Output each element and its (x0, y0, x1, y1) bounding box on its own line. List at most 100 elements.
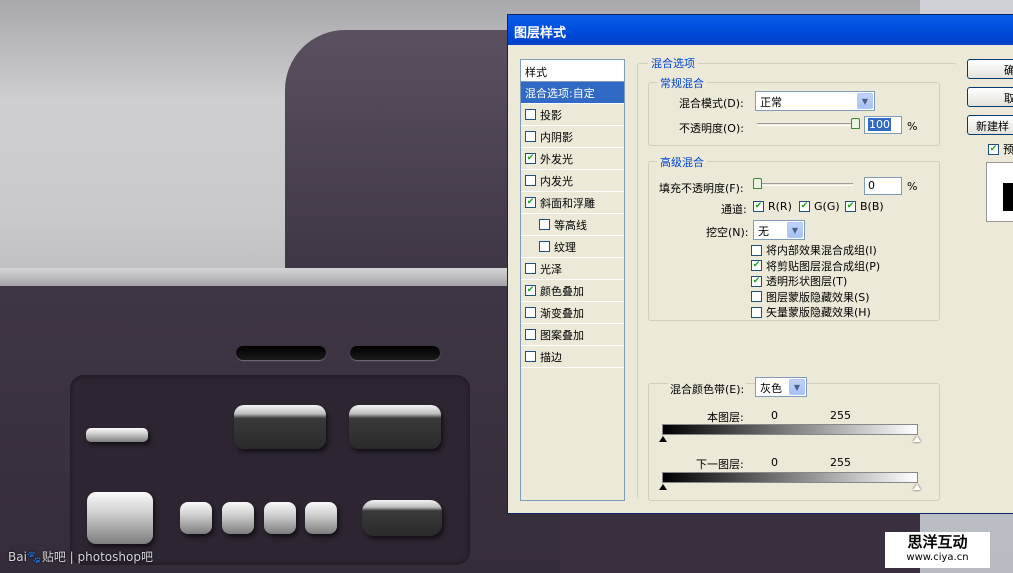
style-list-item[interactable]: 投影 (521, 104, 624, 126)
style-list-item-label: 描边 (540, 350, 562, 364)
style-list-item[interactable]: ✔ 斜面和浮雕 (521, 192, 624, 214)
blend-if-label: 混合颜色带(E): (668, 381, 747, 397)
checkbox-icon[interactable] (525, 351, 536, 362)
general-blending-group: 常规混合 混合模式(D): 正常 ▼ 不透明度(O): 100 % (648, 75, 940, 146)
artwork-square-button (87, 492, 153, 544)
artwork-large-button (349, 405, 441, 449)
advanced-option-checkbox[interactable]: ✔ 将剪贴图层混合成组(P) (751, 258, 880, 274)
cancel-button[interactable]: 取 (967, 87, 1013, 107)
style-preview-shape (1003, 183, 1013, 211)
underlying-layer-min: 0 (771, 456, 778, 469)
artwork-large-button (234, 405, 326, 449)
style-list-item[interactable]: 内发光 (521, 170, 624, 192)
channel-checkbox[interactable]: ✔ B(B) (845, 200, 884, 213)
checkbox-icon[interactable] (525, 329, 536, 340)
style-list-item[interactable]: 渐变叠加 (521, 302, 624, 324)
site-watermark-url: www.ciya.cn (906, 552, 969, 563)
ok-button-label: 确 (976, 64, 1013, 77)
underlying-black-slider[interactable] (659, 484, 667, 490)
ok-button[interactable]: 确 (967, 59, 1013, 79)
checkbox-icon[interactable] (539, 241, 550, 252)
checkbox-icon[interactable] (525, 109, 536, 120)
channel-checkbox[interactable]: ✔ R(R) (753, 200, 792, 213)
style-list-item[interactable]: ✔ 颜色叠加 (521, 280, 624, 302)
style-list-item-label: 内阴影 (540, 130, 573, 144)
underlying-white-slider[interactable] (913, 484, 921, 490)
channel-label: R(R) (768, 200, 792, 213)
artwork-round-button (305, 502, 337, 534)
advanced-option-checkbox[interactable]: 图层蒙版隐藏效果(S) (751, 289, 870, 305)
opacity-value: 100 (868, 118, 891, 131)
checkbox-icon[interactable] (525, 175, 536, 186)
checkbox-icon[interactable] (525, 307, 536, 318)
style-list-item-label: 外发光 (540, 152, 573, 166)
checkmark-icon[interactable]: ✔ (525, 285, 536, 296)
channel-label: G(G) (814, 200, 840, 213)
this-layer-min: 0 (771, 409, 778, 422)
checkmark-icon: ✔ (753, 201, 764, 212)
style-list-item-label: 颜色叠加 (540, 284, 584, 298)
knockout-select[interactable]: 无 ▼ (753, 220, 805, 240)
checkmark-icon: ✔ (988, 143, 999, 155)
opacity-unit: % (907, 120, 918, 133)
advanced-blending-group: 高级混合 填充不透明度(F): 0 % 通道: ✔ R(R) ✔ G(G) ✔ B(B) … (648, 154, 940, 321)
checkmark-icon[interactable]: ✔ (525, 153, 536, 164)
new-style-button[interactable]: 新建样 (967, 115, 1013, 135)
blend-mode-select[interactable]: 正常 ▼ (755, 91, 875, 111)
fill-opacity-unit: % (907, 180, 918, 193)
checkbox-icon (751, 244, 762, 256)
opacity-input[interactable]: 100 (864, 116, 902, 134)
fill-opacity-input[interactable]: 0 (864, 177, 902, 195)
channel-checkbox[interactable]: ✔ G(G) (799, 200, 840, 213)
knockout-label: 挖空(N): (706, 226, 749, 239)
advanced-option-checkbox[interactable]: ✔ 透明形状图层(T) (751, 273, 847, 289)
this-layer-black-slider[interactable] (659, 436, 667, 442)
style-list-item[interactable]: ✔ 外发光 (521, 148, 624, 170)
style-list: 样式 混合选项:自定 投影内阴影 ✔ 外发光内发光 ✔ 斜面和浮雕等高线纹理光泽 ✔ 颜色叠加… (520, 59, 625, 501)
style-list-item[interactable]: 光泽 (521, 258, 624, 280)
channel-label: B(B) (860, 200, 884, 213)
underlying-layer-max: 255 (830, 456, 851, 469)
style-list-item[interactable]: 纹理 (521, 236, 624, 258)
checkmark-icon: ✔ (799, 201, 810, 212)
opacity-slider-thumb[interactable] (851, 118, 860, 129)
blend-if-select[interactable]: 灰色 ▼ (755, 377, 807, 397)
advanced-option-label: 将剪贴图层混合成组(P) (766, 259, 881, 273)
style-list-item-label: 光泽 (540, 262, 562, 276)
artwork-large-button (362, 500, 442, 536)
blend-if-value: 灰色 (760, 382, 782, 395)
advanced-blending-title: 高级混合 (657, 154, 707, 170)
style-list-item[interactable]: 图案叠加 (521, 324, 624, 346)
new-style-button-label: 新建样 (976, 120, 1009, 133)
style-list-item[interactable]: 内阴影 (521, 126, 624, 148)
checkbox-icon[interactable] (539, 219, 550, 230)
checkmark-icon[interactable]: ✔ (525, 197, 536, 208)
artwork-round-button (264, 502, 296, 534)
style-list-item[interactable]: 描边 (521, 346, 624, 368)
advanced-option-checkbox[interactable]: 将内部效果混合成组(I) (751, 242, 877, 258)
style-list-item-label: 斜面和浮雕 (540, 196, 595, 210)
style-list-item-label: 等高线 (554, 218, 587, 232)
dialog-titlebar[interactable]: 图层样式 (508, 15, 1013, 45)
preview-label: 预 (1003, 143, 1013, 156)
style-list-item[interactable]: 等高线 (521, 214, 624, 236)
style-preview-swatch (986, 162, 1013, 222)
opacity-slider-track[interactable] (757, 123, 859, 126)
this-layer-label: 本图层: (707, 411, 744, 424)
checkbox-icon[interactable] (525, 263, 536, 274)
fill-opacity-value: 0 (868, 179, 875, 192)
channels-label: 通道: (721, 203, 747, 216)
advanced-option-checkbox[interactable]: 矢量蒙版隐藏效果(H) (751, 304, 871, 320)
checkbox-icon[interactable] (525, 131, 536, 142)
style-list-item[interactable]: 混合选项:自定 (521, 82, 624, 104)
artwork-ridge (0, 268, 560, 288)
this-layer-white-slider[interactable] (913, 436, 921, 442)
checkmark-icon: ✔ (751, 275, 762, 287)
fill-opacity-slider-thumb[interactable] (753, 178, 762, 189)
fill-opacity-slider-track[interactable] (757, 183, 853, 186)
advanced-option-label: 图层蒙版隐藏效果(S) (766, 290, 870, 304)
preview-checkbox[interactable]: ✔ 预 (988, 141, 1013, 157)
site-watermark: 思洋互动 www.ciya.cn (885, 532, 990, 568)
style-list-header[interactable]: 样式 (521, 60, 624, 82)
layer-style-dialog: 图层样式 样式 混合选项:自定 投影内阴影 ✔ 外发光内发光 ✔ 斜面和浮雕等高线纹理光泽… (507, 14, 1013, 514)
